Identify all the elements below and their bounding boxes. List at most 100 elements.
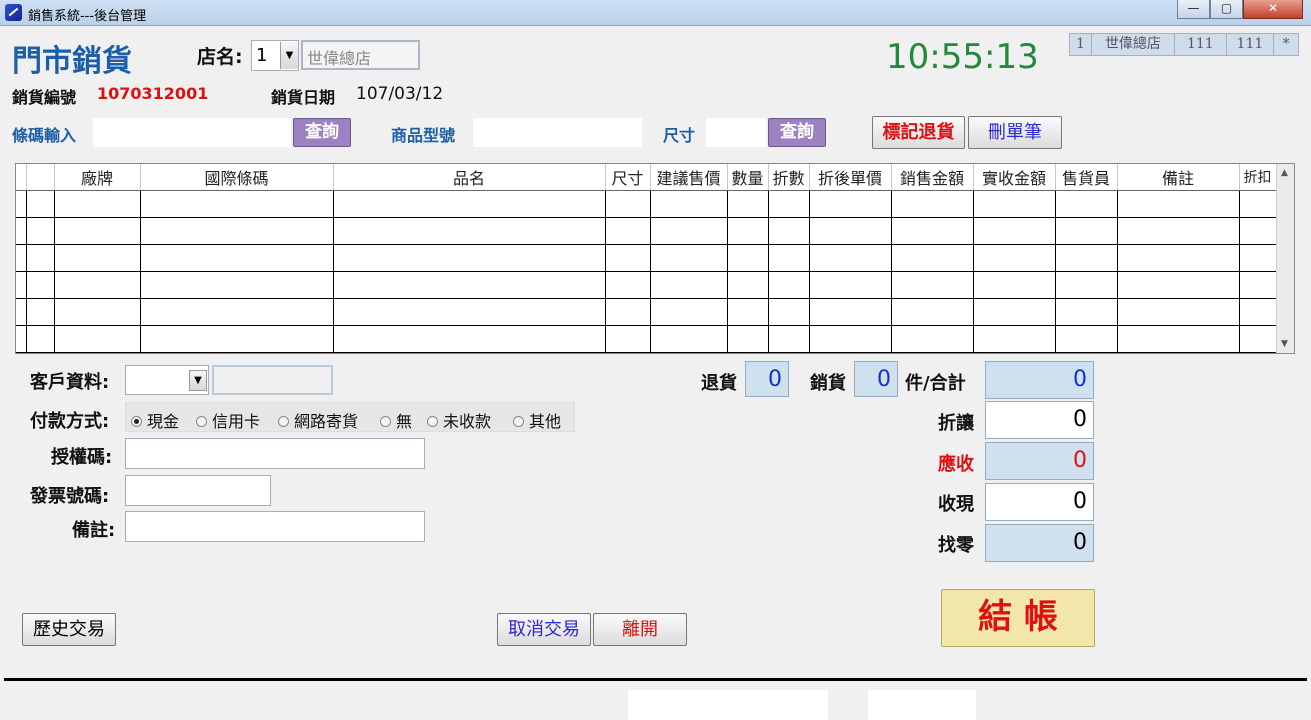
column-header[interactable]: 售貨員 xyxy=(1055,164,1118,191)
table-cell[interactable] xyxy=(140,298,334,326)
table-cell[interactable] xyxy=(1055,271,1118,299)
table-cell[interactable] xyxy=(891,190,974,218)
table-cell[interactable] xyxy=(1055,325,1118,353)
column-header[interactable]: 數量 xyxy=(727,164,769,191)
table-cell[interactable] xyxy=(809,217,892,245)
table-cell[interactable] xyxy=(26,190,55,218)
table-cell[interactable] xyxy=(333,325,606,353)
table-row[interactable] xyxy=(16,325,1277,353)
column-header[interactable]: 銷售金額 xyxy=(891,164,974,191)
table-cell[interactable] xyxy=(333,217,606,245)
scroll-down-icon[interactable]: ▼ xyxy=(1281,339,1288,349)
size-query-button[interactable]: 查詢 xyxy=(768,118,826,147)
table-cell[interactable] xyxy=(1239,325,1277,353)
column-header[interactable]: 品名 xyxy=(333,164,606,191)
table-cell[interactable] xyxy=(727,298,769,326)
table-cell[interactable] xyxy=(809,298,892,326)
table-cell[interactable] xyxy=(973,190,1056,218)
table-cell[interactable] xyxy=(54,217,141,245)
table-cell[interactable] xyxy=(605,244,651,272)
table-cell[interactable] xyxy=(727,190,769,218)
table-cell[interactable] xyxy=(1239,298,1277,326)
checkout-button[interactable]: 結 帳 xyxy=(941,589,1095,647)
table-cell[interactable] xyxy=(54,271,141,299)
table-cell[interactable] xyxy=(1117,298,1240,326)
table-row[interactable] xyxy=(16,217,1277,245)
auth-code-input[interactable] xyxy=(125,438,425,469)
table-cell[interactable] xyxy=(605,190,651,218)
table-cell[interactable] xyxy=(1239,217,1277,245)
invoice-no-input[interactable] xyxy=(125,475,271,506)
payment-option-credit-card[interactable]: 信用卡 xyxy=(196,408,260,432)
column-header[interactable]: 廠牌 xyxy=(54,164,141,191)
table-cell[interactable] xyxy=(26,271,55,299)
close-button[interactable]: ✕ xyxy=(1243,0,1303,19)
table-cell[interactable] xyxy=(333,271,606,299)
table-cell[interactable] xyxy=(768,298,810,326)
table-cell[interactable] xyxy=(140,244,334,272)
table-cell[interactable] xyxy=(809,325,892,353)
table-cell[interactable] xyxy=(54,325,141,353)
table-cell[interactable] xyxy=(1117,217,1240,245)
table-cell[interactable] xyxy=(26,217,55,245)
table-cell[interactable] xyxy=(1239,271,1277,299)
table-cell[interactable] xyxy=(54,244,141,272)
table-cell[interactable] xyxy=(650,271,728,299)
table-cell[interactable] xyxy=(26,298,55,326)
table-cell[interactable] xyxy=(768,244,810,272)
table-cell[interactable] xyxy=(973,244,1056,272)
table-cell[interactable] xyxy=(1117,190,1240,218)
table-cell[interactable] xyxy=(1055,244,1118,272)
table-cell[interactable] xyxy=(650,244,728,272)
history-button[interactable]: 歷史交易 xyxy=(22,613,116,646)
column-header[interactable]: 國際條碼 xyxy=(140,164,334,191)
discount-input[interactable]: 0 xyxy=(985,401,1094,439)
model-input[interactable] xyxy=(473,118,642,147)
table-cell[interactable] xyxy=(605,325,651,353)
table-cell[interactable] xyxy=(333,190,606,218)
table-cell[interactable] xyxy=(650,325,728,353)
table-cell[interactable] xyxy=(16,325,27,353)
leave-button[interactable]: 離開 xyxy=(593,613,687,646)
chevron-down-icon[interactable]: ▼ xyxy=(189,370,207,391)
table-cell[interactable] xyxy=(973,298,1056,326)
table-cell[interactable] xyxy=(650,217,728,245)
table-cell[interactable] xyxy=(333,244,606,272)
sales-grid[interactable]: 廠牌 國際條碼 品名 尺寸 建議售價 數量 折數 折後單價 銷售金額 實收金額 … xyxy=(15,163,1295,354)
table-cell[interactable] xyxy=(727,217,769,245)
table-cell[interactable] xyxy=(809,271,892,299)
table-cell[interactable] xyxy=(891,298,974,326)
table-cell[interactable] xyxy=(605,271,651,299)
store-select[interactable]: 1 ▼ xyxy=(251,40,299,71)
table-cell[interactable] xyxy=(973,271,1056,299)
table-row[interactable] xyxy=(16,190,1277,218)
payment-option-online[interactable]: 網路寄貨 xyxy=(278,408,358,432)
table-cell[interactable] xyxy=(16,298,27,326)
table-cell[interactable] xyxy=(1239,244,1277,272)
table-cell[interactable] xyxy=(891,244,974,272)
cancel-transaction-button[interactable]: 取消交易 xyxy=(497,613,591,646)
table-row[interactable] xyxy=(16,271,1277,299)
payment-option-other[interactable]: 其他 xyxy=(513,408,561,432)
table-cell[interactable] xyxy=(768,325,810,353)
scroll-up-icon[interactable]: ▲ xyxy=(1281,168,1288,178)
payment-option-none[interactable]: 無 xyxy=(380,408,412,432)
table-cell[interactable] xyxy=(973,217,1056,245)
table-cell[interactable] xyxy=(973,325,1056,353)
table-cell[interactable] xyxy=(16,217,27,245)
barcode-query-button[interactable]: 查詢 xyxy=(293,118,351,147)
table-cell[interactable] xyxy=(727,325,769,353)
size-input[interactable] xyxy=(706,118,766,147)
table-cell[interactable] xyxy=(1055,298,1118,326)
table-cell[interactable] xyxy=(1055,190,1118,218)
table-cell[interactable] xyxy=(54,190,141,218)
table-cell[interactable] xyxy=(891,325,974,353)
table-cell[interactable] xyxy=(140,325,334,353)
received-input[interactable]: 0 xyxy=(985,483,1094,521)
column-header[interactable] xyxy=(26,164,55,191)
column-header[interactable]: 折扣 xyxy=(1239,164,1277,191)
table-row[interactable] xyxy=(16,244,1277,272)
column-header[interactable]: 折後單價 xyxy=(809,164,892,191)
table-cell[interactable] xyxy=(54,298,141,326)
remark-input[interactable] xyxy=(125,511,425,542)
